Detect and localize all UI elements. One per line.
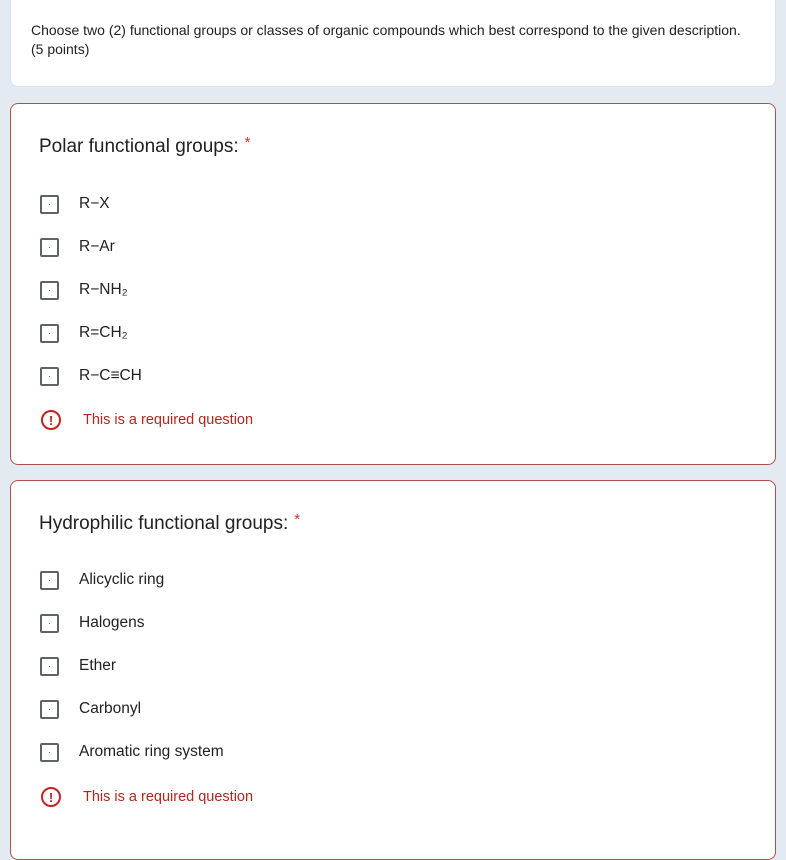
required-error: ! This is a required question — [41, 410, 253, 430]
checkbox[interactable]: · — [40, 237, 59, 257]
required-asterisk: * — [244, 134, 251, 151]
error-exclamation-icon: ! — [41, 410, 61, 430]
option-label: R−NH₂ — [79, 281, 128, 298]
checkbox-option[interactable]: · R=CH₂ — [40, 321, 128, 345]
error-exclamation-icon: ! — [41, 787, 61, 807]
option-label: R=CH₂ — [79, 324, 128, 341]
question-title: Hydrophilic functional groups: * — [39, 511, 301, 535]
checkbox[interactable]: · — [40, 280, 59, 300]
question-title-text: Polar functional groups: — [39, 136, 239, 157]
option-label: R−Ar — [79, 238, 115, 255]
question-card-polar: Polar functional groups: * · R−X · R−Ar ·… — [10, 103, 776, 465]
checkbox[interactable]: · — [40, 742, 59, 762]
checkbox-dot-icon: · — [48, 617, 51, 628]
option-label: Ether — [79, 657, 117, 674]
checkbox-option[interactable]: · R−C≡CH — [40, 364, 142, 388]
checkbox-dot-icon: · — [48, 370, 51, 381]
question-title: Polar functional groups: * — [39, 134, 251, 158]
checkbox-dot-icon: · — [48, 574, 51, 585]
checkbox[interactable]: · — [40, 366, 59, 386]
checkbox[interactable]: · — [40, 323, 59, 343]
checkbox-dot-icon: · — [48, 198, 51, 209]
checkbox-option[interactable]: · R−X — [40, 192, 110, 216]
question-title-text: Hydrophilic functional groups: — [39, 513, 289, 534]
checkbox-option[interactable]: · R−Ar — [40, 235, 115, 259]
form-description: Choose two (2) functional groups or clas… — [31, 22, 741, 57]
form-description-card: Choose two (2) functional groups or clas… — [10, 0, 776, 87]
checkbox-option[interactable]: · R−NH₂ — [40, 278, 128, 302]
checkbox-option[interactable]: · Ether — [40, 654, 116, 678]
required-error: ! This is a required question — [41, 787, 253, 807]
checkbox-dot-icon: · — [48, 327, 51, 338]
error-message: This is a required question — [83, 789, 254, 805]
checkbox[interactable]: · — [40, 570, 59, 590]
checkbox-dot-icon: · — [48, 746, 51, 757]
required-asterisk: * — [294, 511, 301, 528]
checkbox[interactable]: · — [40, 699, 59, 719]
option-label: R−X — [79, 195, 110, 212]
question-card-hydrophilic: Hydrophilic functional groups: * · Alicyc… — [10, 480, 776, 860]
option-label: R−C≡CH — [79, 367, 142, 384]
checkbox-option[interactable]: · Alicyclic ring — [40, 568, 164, 592]
checkbox-option[interactable]: · Halogens — [40, 611, 145, 635]
option-label: Alicyclic ring — [79, 571, 165, 588]
checkbox[interactable]: · — [40, 656, 59, 676]
checkbox[interactable]: · — [40, 194, 59, 214]
checkbox-option[interactable]: · Carbonyl — [40, 697, 141, 721]
checkbox[interactable]: · — [40, 613, 59, 633]
error-message: This is a required question — [83, 412, 254, 428]
option-label: Carbonyl — [79, 700, 142, 717]
checkbox-dot-icon: · — [48, 660, 51, 671]
option-label: Aromatic ring system — [79, 743, 224, 760]
option-label: Halogens — [79, 614, 145, 631]
checkbox-dot-icon: · — [48, 284, 51, 295]
checkbox-dot-icon: · — [48, 703, 51, 714]
checkbox-dot-icon: · — [48, 241, 51, 252]
checkbox-option[interactable]: · Aromatic ring system — [40, 740, 224, 764]
